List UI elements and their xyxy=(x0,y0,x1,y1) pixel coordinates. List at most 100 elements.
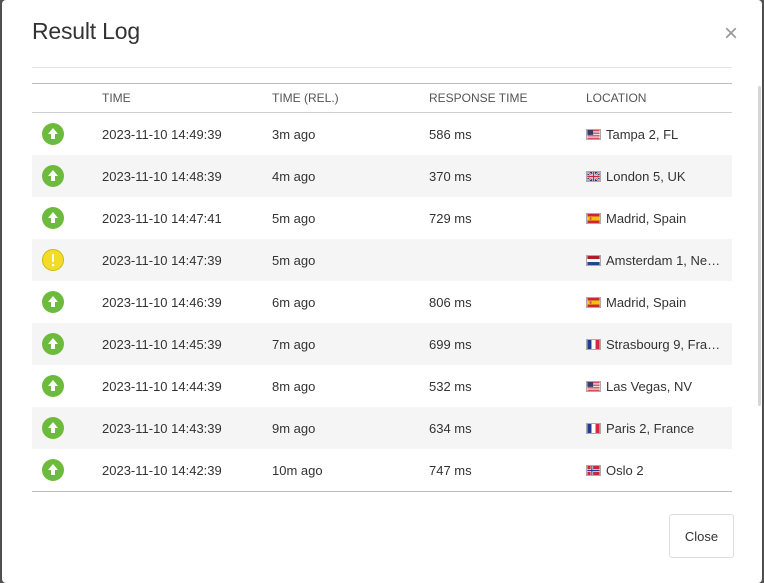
time-cell: 2023-11-10 14:46:39 xyxy=(102,294,222,310)
table-row[interactable]: 2023-11-10 14:44:39 8m ago 532 ms Las Vegas… xyxy=(32,365,732,407)
modal-title: Result Log xyxy=(32,18,140,44)
arrow-up-circle-icon xyxy=(42,165,64,187)
arrow-up-circle-icon xyxy=(42,417,64,439)
response-time-cell: 634 ms xyxy=(429,407,586,449)
arrow-up-circle-icon xyxy=(42,333,64,355)
header-divider xyxy=(32,67,732,68)
table-row[interactable]: 2023-11-10 14:42:39 10m ago 747 ms Oslo 2 xyxy=(32,449,732,492)
response-time-cell: 532 ms xyxy=(429,378,472,394)
arrow-up-circle-icon xyxy=(42,291,64,313)
table-row[interactable]: 2023-11-10 14:47:41 5m ago 729 ms Madrid, S… xyxy=(32,197,732,239)
time-cell: 2023-11-10 14:47:39 xyxy=(102,239,272,281)
status-cell xyxy=(32,365,102,407)
location-wrap: Amsterdam 1, Ne… xyxy=(586,253,726,268)
status-cell xyxy=(32,197,102,239)
status-cell xyxy=(32,113,102,156)
relative-time-cell: 9m ago xyxy=(272,407,429,449)
status-cell xyxy=(32,239,102,281)
location-wrap: London 5, UK xyxy=(586,169,726,184)
response-time-cell: 729 ms xyxy=(429,210,472,226)
flag-nl-icon xyxy=(586,254,601,266)
arrow-up-circle-icon xyxy=(42,123,64,145)
status-cell xyxy=(32,449,102,492)
close-button[interactable]: Close xyxy=(669,514,734,558)
location-cell: Las Vegas, NV xyxy=(586,365,732,407)
location-wrap: Tampa 2, FL xyxy=(586,127,726,142)
status-cell xyxy=(32,155,102,197)
flag-fr-icon xyxy=(586,422,601,434)
time-cell: 2023-11-10 14:43:39 xyxy=(102,407,272,449)
location-wrap: Madrid, Spain xyxy=(586,211,726,226)
flag-uk-icon xyxy=(586,170,601,182)
status-cell xyxy=(32,323,102,365)
table-row[interactable]: 2023-11-10 14:48:39 4m ago 370 ms London 5,… xyxy=(32,155,732,197)
response-time-cell: 806 ms xyxy=(429,294,472,310)
column-header-time: TIME xyxy=(102,83,272,113)
location-cell: Oslo 2 xyxy=(586,449,732,492)
table-row[interactable]: 2023-11-10 14:47:39 5m ago Amsterdam 1, Ne… xyxy=(32,239,732,281)
column-header-response-time: RESPONSE TIME xyxy=(429,83,586,113)
location-label: Paris 2, France xyxy=(606,420,695,436)
response-time-cell: 586 ms xyxy=(429,126,472,142)
result-log-modal: Result Log × TIME TIME (REL.) RESPONSE T… xyxy=(2,0,762,583)
location-wrap: Strasbourg 9, Fra… xyxy=(586,337,726,352)
relative-time-cell: 7m ago xyxy=(272,323,429,365)
time-cell: 2023-11-10 14:45:39 xyxy=(102,323,272,365)
table-row[interactable]: 2023-11-10 14:49:39 3m ago 586 ms Tampa 2, … xyxy=(32,113,732,156)
location-cell: Madrid, Spain xyxy=(586,197,732,239)
flag-es-icon xyxy=(586,212,601,224)
location-wrap: Paris 2, France xyxy=(586,421,726,436)
response-time-cell: 747 ms xyxy=(429,462,472,478)
location-wrap: Las Vegas, NV xyxy=(586,379,726,394)
relative-time-cell: 5m ago xyxy=(272,239,429,281)
location-label: London 5, UK xyxy=(606,168,686,184)
relative-time-cell: 6m ago xyxy=(272,294,316,310)
arrow-up-circle-icon xyxy=(42,375,64,397)
table-row[interactable]: 2023-11-10 14:46:39 6m ago 806 ms Madrid, S… xyxy=(32,281,732,323)
flag-no-icon xyxy=(586,464,601,476)
location-label: Madrid, Spain xyxy=(606,294,687,310)
location-cell: Tampa 2, FL xyxy=(586,113,732,156)
status-cell xyxy=(32,281,102,323)
location-label: Amsterdam 1, Ne… xyxy=(606,252,721,268)
location-wrap: Oslo 2 xyxy=(586,463,726,478)
relative-time-cell: 10m ago xyxy=(272,462,323,478)
location-label: Strasbourg 9, Fra… xyxy=(606,336,721,352)
relative-time-cell: 3m ago xyxy=(272,126,316,142)
time-cell: 2023-11-10 14:47:41 xyxy=(102,210,222,226)
result-log-table: TIME TIME (REL.) RESPONSE TIME LOCATION … xyxy=(32,83,732,492)
location-cell: Amsterdam 1, Ne… xyxy=(586,239,732,281)
location-cell: Madrid, Spain xyxy=(586,281,732,323)
location-cell: Paris 2, France xyxy=(586,407,732,449)
location-label: Las Vegas, NV xyxy=(606,378,692,394)
response-time-cell xyxy=(429,239,586,281)
table-row[interactable]: 2023-11-10 14:45:39 7m ago 699 ms Strasbour… xyxy=(32,323,732,365)
response-time-cell: 370 ms xyxy=(429,155,586,197)
table-header-row: TIME TIME (REL.) RESPONSE TIME LOCATION xyxy=(32,83,732,113)
response-time-cell: 699 ms xyxy=(429,323,586,365)
time-cell: 2023-11-10 14:49:39 xyxy=(102,126,222,142)
scrollbar[interactable] xyxy=(758,86,761,406)
relative-time-cell: 5m ago xyxy=(272,210,316,226)
time-cell: 2023-11-10 14:42:39 xyxy=(102,462,222,478)
location-cell: Strasbourg 9, Fra… xyxy=(586,323,732,365)
time-cell: 2023-11-10 14:44:39 xyxy=(102,378,222,394)
location-label: Oslo 2 xyxy=(606,462,644,478)
location-cell: London 5, UK xyxy=(586,155,732,197)
location-wrap: Madrid, Spain xyxy=(586,295,726,310)
flag-us-icon xyxy=(586,380,601,392)
location-label: Tampa 2, FL xyxy=(606,126,679,142)
column-header-time-rel: TIME (REL.) xyxy=(272,83,429,113)
column-header-status xyxy=(32,83,102,113)
table-row[interactable]: 2023-11-10 14:43:39 9m ago 634 ms Paris 2, … xyxy=(32,407,732,449)
flag-es-icon xyxy=(586,296,601,308)
flag-us-icon xyxy=(586,128,601,140)
exclamation-circle-icon xyxy=(42,249,64,271)
arrow-up-circle-icon xyxy=(42,207,64,229)
status-cell xyxy=(32,407,102,449)
relative-time-cell: 8m ago xyxy=(272,378,316,394)
arrow-up-circle-icon xyxy=(42,459,64,481)
close-icon[interactable]: × xyxy=(724,22,738,46)
column-header-location: LOCATION xyxy=(586,83,732,113)
time-cell: 2023-11-10 14:48:39 xyxy=(102,155,272,197)
